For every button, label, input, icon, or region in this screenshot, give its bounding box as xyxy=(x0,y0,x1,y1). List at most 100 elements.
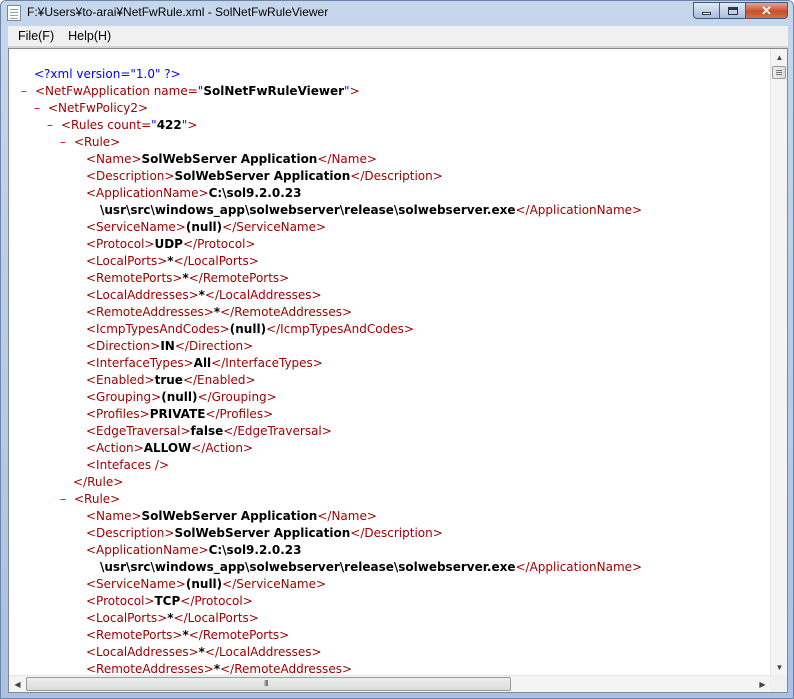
xml-open-tag: <Rule> xyxy=(74,135,121,149)
collapse-toggle-icon[interactable]: – xyxy=(34,100,40,117)
xml-close-tag: </ServiceName> xyxy=(222,220,327,234)
xml-open-tag: <ApplicationName> xyxy=(86,543,209,557)
xml-open-tag: <RemoteAddresses> xyxy=(86,305,214,319)
xml-open-tag: <ServiceName> xyxy=(86,220,186,234)
window-controls: ✕ xyxy=(693,2,788,19)
collapse-toggle-icon[interactable]: – xyxy=(60,134,66,151)
xml-line-body: <LocalPorts>*</LocalPorts> xyxy=(86,253,259,270)
xml-open-tag: <Rule> xyxy=(74,492,121,506)
xml-line-body: <LocalAddresses>*</LocalAddresses> xyxy=(86,644,322,661)
xml-close-tag: </Enabled> xyxy=(182,373,256,387)
xml-open-tag: <RemotePorts> xyxy=(86,271,183,285)
xml-line-body: <ServiceName>(null)</ServiceName> xyxy=(86,576,326,593)
xml-line-body: <RemoteAddresses>*</RemoteAddresses> xyxy=(86,304,352,321)
xml-close-tag: </RemoteAddresses> xyxy=(220,305,353,319)
xml-tag-end: > xyxy=(187,118,198,132)
xml-text-value: (null) xyxy=(185,577,223,591)
xml-close-tag: </LocalPorts> xyxy=(173,254,259,268)
xml-close-tag: </LocalAddresses> xyxy=(204,288,322,302)
vertical-scroll-thumb[interactable] xyxy=(772,66,786,79)
xml-text-value: ALLOW xyxy=(143,441,192,455)
xml-close-tag: </Name> xyxy=(317,509,377,523)
xml-open-tag: <Rules xyxy=(61,118,104,132)
minimize-button[interactable] xyxy=(693,2,719,19)
xml-close-tag: </EdgeTraversal> xyxy=(223,424,332,438)
xml-line-body: <Description>SolWebServer Application</D… xyxy=(86,168,443,185)
xml-open-tag: <Protocol> xyxy=(86,594,155,608)
xml-open-tag: <Profiles> xyxy=(86,407,150,421)
menu-bar: File(F) Help(H) xyxy=(8,26,788,47)
xml-close-tag: </LocalAddresses> xyxy=(204,645,322,659)
xml-text-value: false xyxy=(190,424,224,438)
xml-open-tag: <LocalAddresses> xyxy=(86,288,199,302)
xml-open-tag: <LocalPorts> xyxy=(86,254,168,268)
xml-line-body: <Enabled>true</Enabled> xyxy=(86,372,256,389)
menu-file[interactable]: File(F) xyxy=(11,29,61,43)
xml-line-body: <Rules count="422"> xyxy=(61,117,197,134)
xml-close-tag: </ApplicationName> xyxy=(515,203,643,217)
xml-open-tag: <LocalPorts> xyxy=(86,611,168,625)
xml-viewer: <?xml version="1.0" ?> – <NetFwApplicatio… xyxy=(8,48,788,693)
xml-line-body: <Protocol>UDP</Protocol> xyxy=(86,236,255,253)
horizontal-scrollbar[interactable]: ◀ III ▶ xyxy=(9,675,771,692)
xml-text-value: C:\sol9.2.0.23 xyxy=(208,543,302,557)
xml-open-tag: <EdgeTraversal> xyxy=(86,424,191,438)
collapse-toggle-icon[interactable]: – xyxy=(60,491,66,508)
vertical-scrollbar[interactable]: ▲ ▼ xyxy=(770,49,787,676)
scroll-up-arrow-icon[interactable]: ▲ xyxy=(771,49,788,66)
xml-close-tag: </Protocol> xyxy=(180,594,253,608)
xml-line-body: <ApplicationName>C:\sol9.2.0.23 xyxy=(86,542,301,559)
scroll-left-arrow-icon[interactable]: ◀ xyxy=(9,676,26,693)
xml-text-value: SolWebServer Application xyxy=(141,509,318,523)
xml-close-tag: </ServiceName> xyxy=(222,577,327,591)
maximize-button[interactable] xyxy=(719,2,745,19)
xml-open-tag: <RemoteAddresses> xyxy=(86,662,214,676)
xml-line-body: <ServiceName>(null)</ServiceName> xyxy=(86,219,326,236)
horizontal-scroll-thumb[interactable]: III xyxy=(26,677,511,691)
xml-close-tag: </Profiles> xyxy=(205,407,274,421)
xml-open-tag: <IcmpTypesAndCodes> xyxy=(86,322,230,336)
xml-close-tag: </Description> xyxy=(350,169,443,183)
xml-text-value: (null) xyxy=(185,220,223,234)
xml-close-tag: </LocalPorts> xyxy=(173,611,259,625)
xml-close-tag: </Description> xyxy=(350,526,443,540)
maximize-icon xyxy=(727,6,738,15)
title-bar[interactable]: F:¥Users¥to-arai¥NetFwRule.xml - SolNetF… xyxy=(1,1,793,25)
xml-close-tag: </Protocol> xyxy=(182,237,256,251)
xml-open-tag: <Name> xyxy=(86,152,142,166)
scroll-down-arrow-icon[interactable]: ▼ xyxy=(771,659,788,676)
xml-close-tag: </Direction> xyxy=(174,339,254,353)
xml-close-tag: </Rule> xyxy=(73,475,124,489)
xml-line-body: <Protocol>TCP</Protocol> xyxy=(86,593,253,610)
document-icon[interactable] xyxy=(7,5,21,21)
xml-close-tag: </Action> xyxy=(191,441,254,455)
xml-open-tag: <ServiceName> xyxy=(86,577,186,591)
xml-line-body: <Name>SolWebServer Application</Name> xyxy=(86,508,377,525)
xml-line-body: <EdgeTraversal>false</EdgeTraversal> xyxy=(86,423,332,440)
xml-line-body: <IcmpTypesAndCodes>(null)</IcmpTypesAndC… xyxy=(86,321,414,338)
xml-close-tag: </RemoteAddresses> xyxy=(220,662,353,676)
xml-open-tag: <InterfaceTypes> xyxy=(86,356,194,370)
xml-open-tag: <NetFwApplication xyxy=(35,84,150,98)
collapse-toggle-icon[interactable]: – xyxy=(47,117,53,134)
xml-open-tag: <Name> xyxy=(86,509,142,523)
xml-open-tag: <Direction> xyxy=(86,339,161,353)
xml-text-value: C:\sol9.2.0.23 xyxy=(208,186,302,200)
scroll-right-arrow-icon[interactable]: ▶ xyxy=(754,676,771,693)
xml-line-body: <Direction>IN</Direction> xyxy=(86,338,253,355)
xml-line-body: <NetFwPolicy2> xyxy=(48,100,148,117)
menu-help[interactable]: Help(H) xyxy=(61,29,118,43)
collapse-toggle-icon[interactable]: – xyxy=(21,83,27,100)
xml-text-value: All xyxy=(193,356,212,370)
close-button[interactable]: ✕ xyxy=(745,2,788,19)
xml-line-body: \usr\src\windows_app\solwebserver\releas… xyxy=(100,202,642,219)
xml-line-body: <LocalAddresses>*</LocalAddresses> xyxy=(86,287,322,304)
xml-line-body: <Name>SolWebServer Application</Name> xyxy=(86,151,377,168)
xml-line-body: \usr\src\windows_app\solwebserver\releas… xyxy=(100,559,642,576)
xml-attribute-name: count= xyxy=(103,118,152,132)
xml-text-value: IN xyxy=(160,339,175,353)
xml-open-tag: <Grouping> xyxy=(86,390,162,404)
xml-text-value: true xyxy=(154,373,183,387)
xml-line-body: <InterfaceTypes>All</InterfaceTypes> xyxy=(86,355,323,372)
minimize-icon xyxy=(702,12,711,15)
